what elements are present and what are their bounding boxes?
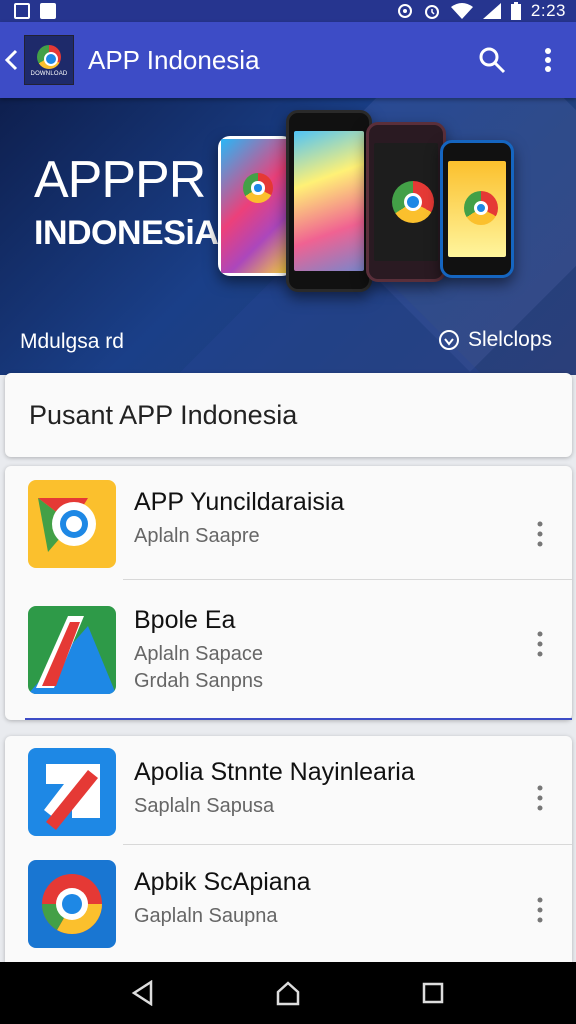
app-subtitle: Saplaln Sapusa xyxy=(134,795,275,817)
app-name: Apolia Stnnte Nayinlearia xyxy=(134,758,415,786)
promo-banner[interactable]: APPPR INDONESiA A Mdulgsa rd Slelclops xyxy=(0,98,576,375)
back-triangle-icon xyxy=(131,980,152,1006)
app-name: APP Yuncildaraisia xyxy=(134,488,345,516)
search-button[interactable] xyxy=(464,32,520,88)
sync-icon xyxy=(397,4,412,18)
app-logo[interactable]: DOWNLOAD xyxy=(24,35,74,85)
back-arrow-icon[interactable] xyxy=(0,49,22,71)
item-more-button[interactable] xyxy=(526,512,554,556)
item-more-button[interactable] xyxy=(526,776,554,820)
status-bar: 2:23 xyxy=(0,0,576,22)
app-subtitle: Gaplaln Saupna xyxy=(134,905,278,927)
more-vert-icon xyxy=(537,785,543,811)
chrome-blue-app-icon xyxy=(28,860,116,948)
app-list-card: APP Yuncildaraisia Aplaln Saapre Bpole E… xyxy=(5,466,572,720)
banner-right-caption: Slelclops xyxy=(467,328,552,351)
banner-subtitle: INDONESiA A xyxy=(34,214,249,252)
chrome-like-app-icon xyxy=(28,480,116,568)
section-title: Pusant APP Indonesia xyxy=(29,399,298,430)
nav-back-button[interactable] xyxy=(123,973,163,1013)
more-vert-icon xyxy=(537,631,543,657)
phone-illustration xyxy=(366,122,446,282)
app-subtitle: Aplaln Sapace xyxy=(134,643,263,665)
image-notification-icon xyxy=(14,3,30,19)
status-right-icons: 2:23 xyxy=(397,1,566,21)
logo-text: DOWNLOAD xyxy=(30,71,68,77)
arrow-app-icon xyxy=(28,748,116,836)
nav-recents-button[interactable] xyxy=(413,973,453,1013)
divider xyxy=(123,579,572,580)
recents-square-icon xyxy=(423,982,444,1004)
app-subtitle: Aplaln Saapre xyxy=(134,525,260,547)
status-left-icons xyxy=(14,3,56,19)
nav-home-button[interactable] xyxy=(268,973,308,1013)
more-vert-icon xyxy=(537,521,543,547)
logo-ring-icon xyxy=(37,45,61,69)
signal-icon xyxy=(482,3,501,19)
more-vert-icon xyxy=(537,897,543,923)
app-title: APP Indonesia xyxy=(88,44,260,75)
download-notification-icon xyxy=(40,3,56,19)
banner-left-caption: Mdulgsa rd xyxy=(20,330,124,353)
item-more-button[interactable] xyxy=(526,622,554,666)
section-header-card[interactable]: Pusant APP Indonesia xyxy=(5,373,572,457)
status-time: 2:23 xyxy=(530,1,566,20)
battery-icon xyxy=(510,2,521,20)
triangle-app-icon xyxy=(28,606,116,694)
phone-illustration xyxy=(286,110,372,292)
app-list-card: Apolia Stnnte Nayinlearia Saplaln Sapusa… xyxy=(5,736,572,962)
system-nav-bar xyxy=(0,962,576,1024)
phone-illustration xyxy=(218,136,294,276)
banner-right-link[interactable]: Slelclops xyxy=(438,328,552,352)
phone-illustration xyxy=(440,140,514,278)
home-icon xyxy=(276,981,300,1006)
more-options-button[interactable] xyxy=(520,32,576,88)
wifi-icon xyxy=(450,3,473,19)
app-name: Bpole Ea xyxy=(134,606,236,634)
more-vert-icon xyxy=(545,48,551,72)
search-icon xyxy=(479,47,506,74)
item-more-button[interactable] xyxy=(526,888,554,932)
banner-title: APPPR xyxy=(34,151,206,209)
app-name: Apbik ScApiana xyxy=(134,868,311,896)
app-bar: DOWNLOAD APP Indonesia xyxy=(0,22,576,98)
app-secondary-subtitle: Grdah Sanpns xyxy=(134,670,263,692)
divider xyxy=(123,844,572,845)
alarm-icon xyxy=(424,5,439,19)
location-pin-icon xyxy=(438,330,459,350)
